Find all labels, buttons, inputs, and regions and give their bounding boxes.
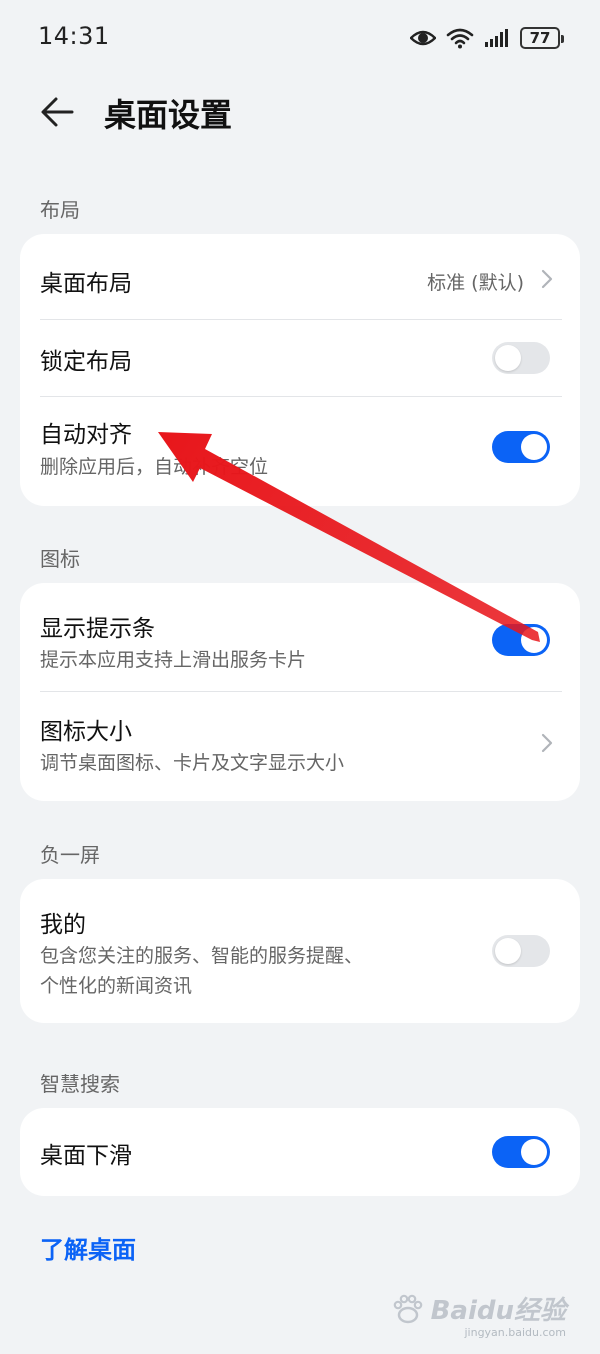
- back-arrow-icon[interactable]: [38, 94, 78, 130]
- learn-desktop-link[interactable]: 了解桌面: [40, 1230, 136, 1265]
- row-mine: 我的 包含您关注的服务、智能的服务提醒、 个性化的新闻资讯: [20, 879, 580, 1023]
- watermark-subtext: jingyan.baidu.com: [464, 1326, 566, 1339]
- chevron-right-icon: [540, 268, 554, 290]
- section-label-smart-search: 智慧搜索: [40, 1072, 120, 1096]
- toggle-knob: [495, 345, 521, 371]
- row-title: 图标大小: [40, 719, 132, 745]
- row-subtitle: 提示本应用支持上滑出服务卡片: [40, 649, 307, 671]
- row-title: 自动对齐: [40, 422, 132, 448]
- page-title: 桌面设置: [104, 96, 233, 134]
- row-show-hint-bar: 显示提示条 提示本应用支持上滑出服务卡片: [20, 583, 580, 691]
- section-label-minus-one: 负一屏: [40, 843, 100, 867]
- battery-level: 77: [529, 29, 551, 47]
- toggle-knob: [521, 434, 547, 460]
- toggle-knob: [521, 627, 547, 653]
- eye-icon: [410, 28, 436, 48]
- wifi-icon: [446, 27, 474, 49]
- status-icons: 77: [410, 24, 564, 52]
- watermark-text: Baidu经验: [430, 1296, 566, 1326]
- status-time: 14:31: [38, 22, 110, 50]
- mine-toggle[interactable]: [492, 935, 550, 967]
- card-smart-search: 桌面下滑: [20, 1108, 580, 1196]
- section-label-icons: 图标: [40, 547, 80, 571]
- row-title: 桌面下滑: [40, 1143, 132, 1169]
- row-desktop-layout[interactable]: 桌面布局 标准 (默认): [20, 234, 580, 320]
- row-value: 标准 (默认): [427, 272, 524, 294]
- card-layout: 桌面布局 标准 (默认) 锁定布局 自动对齐 删除应用后，自动补齐空位: [20, 234, 580, 506]
- paw-logo-icon: [393, 1294, 422, 1323]
- battery-icon: 77: [520, 27, 564, 49]
- toggle-knob: [521, 1139, 547, 1165]
- row-subtitle-line1: 包含您关注的服务、智能的服务提醒、: [40, 945, 364, 967]
- row-icon-size[interactable]: 图标大小 调节桌面图标、卡片及文字显示大小: [20, 692, 580, 801]
- card-minus-one: 我的 包含您关注的服务、智能的服务提醒、 个性化的新闻资讯: [20, 879, 580, 1023]
- row-title: 我的: [40, 912, 86, 938]
- signal-icon: [484, 28, 510, 48]
- toggle-knob: [495, 938, 521, 964]
- chevron-right-icon: [540, 732, 554, 754]
- row-title: 锁定布局: [40, 349, 132, 375]
- card-icons: 显示提示条 提示本应用支持上滑出服务卡片 图标大小 调节桌面图标、卡片及文字显示…: [20, 583, 580, 801]
- section-label-layout: 布局: [40, 198, 80, 222]
- header: 桌面设置: [0, 76, 600, 148]
- auto-align-toggle[interactable]: [492, 431, 550, 463]
- row-desktop-swipe-down: 桌面下滑: [20, 1108, 580, 1196]
- row-lock-layout: 锁定布局: [20, 320, 580, 396]
- row-subtitle: 调节桌面图标、卡片及文字显示大小: [40, 752, 345, 774]
- desktop-swipe-down-toggle[interactable]: [492, 1136, 550, 1168]
- row-title: 显示提示条: [40, 616, 155, 642]
- row-title: 桌面布局: [40, 271, 132, 297]
- row-subtitle: 删除应用后，自动补齐空位: [40, 456, 269, 478]
- settings-page: 14:31 77 桌面设置 布局 桌面布局 标准 (默认) 锁定布局 自动对齐 …: [0, 0, 600, 1354]
- baidu-watermark: Baidu经验: [391, 1290, 566, 1327]
- lock-layout-toggle[interactable]: [492, 342, 550, 374]
- show-hint-bar-toggle[interactable]: [492, 624, 550, 656]
- row-auto-align: 自动对齐 删除应用后，自动补齐空位: [20, 397, 580, 506]
- status-bar: 14:31 77: [0, 0, 600, 76]
- row-subtitle-line2: 个性化的新闻资讯: [40, 975, 193, 997]
